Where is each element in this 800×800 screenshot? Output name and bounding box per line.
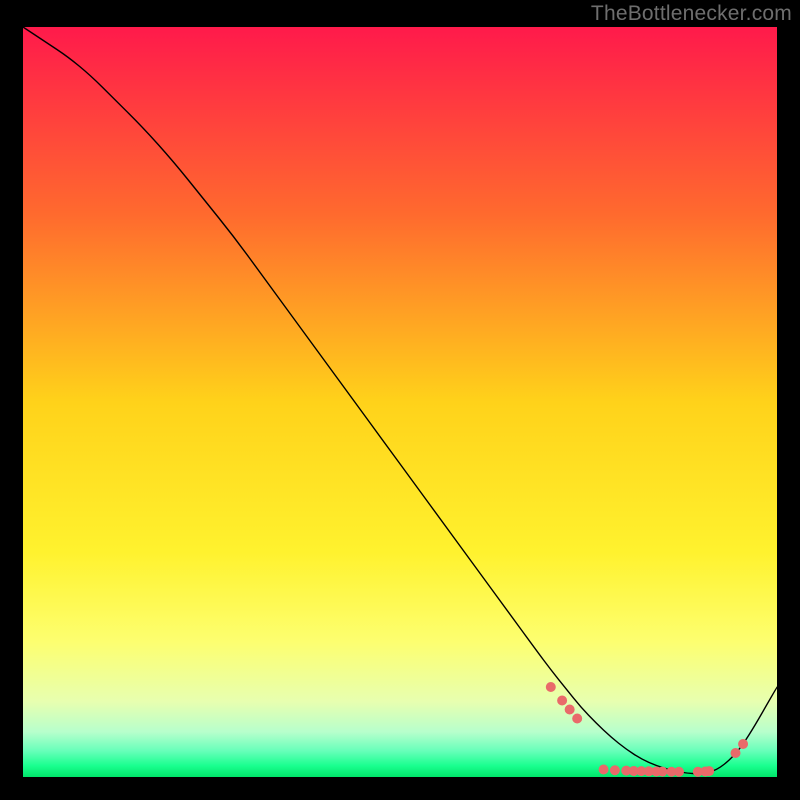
chart-background	[23, 27, 777, 777]
highlight-dot	[657, 767, 667, 777]
highlight-dot	[731, 748, 741, 758]
highlight-dot	[565, 705, 575, 715]
chart-frame: TheBottlenecker.com	[0, 0, 800, 800]
watermark-text: TheBottlenecker.com	[591, 2, 792, 26]
highlight-dot	[599, 765, 609, 775]
highlight-dot	[704, 766, 714, 776]
highlight-dot	[610, 765, 620, 775]
chart-svg	[23, 27, 777, 777]
highlight-dot	[557, 696, 567, 706]
highlight-dot	[738, 739, 748, 749]
highlight-dot	[546, 682, 556, 692]
highlight-dot	[674, 767, 684, 777]
plot-area	[23, 27, 777, 777]
highlight-dot	[572, 714, 582, 724]
